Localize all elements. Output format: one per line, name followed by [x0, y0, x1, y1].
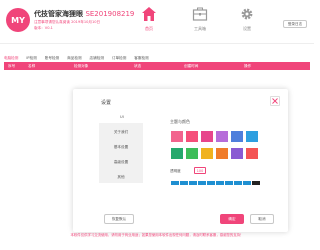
- nav-toolbox[interactable]: 工具箱: [180, 6, 220, 40]
- column-header: 操作: [244, 64, 252, 68]
- color-swatch[interactable]: [231, 148, 243, 159]
- opacity-slider-segment[interactable]: [207, 181, 215, 185]
- app-window: MY 代技管家海狸眼 SE201908219 注意事项请您认真阅读 2019年1…: [0, 0, 314, 250]
- opacity-slider-segment[interactable]: [198, 181, 206, 185]
- opacity-label: 透明度: [170, 169, 181, 173]
- opacity-slider-segment[interactable]: [234, 181, 242, 185]
- color-swatch[interactable]: [246, 148, 258, 159]
- nav-settings-label: 设置: [243, 26, 251, 31]
- color-swatch[interactable]: [186, 131, 198, 142]
- opacity-slider-segment[interactable]: [189, 181, 197, 185]
- login-log-button[interactable]: 登录日志: [283, 20, 307, 28]
- cancel-button[interactable]: 取消: [250, 214, 274, 224]
- color-swatch[interactable]: [171, 148, 183, 159]
- app-code: SE201908219: [85, 10, 135, 18]
- opacity-value[interactable]: 100: [194, 167, 206, 174]
- color-swatch[interactable]: [186, 148, 198, 159]
- menu-item-advanced[interactable]: 高级设置: [99, 160, 143, 165]
- home-icon: [142, 7, 156, 21]
- opacity-slider-segment[interactable]: [216, 181, 224, 185]
- menu-item-other[interactable]: 其他: [99, 175, 143, 180]
- column-header: 创建时间: [184, 64, 199, 68]
- settings-menu-heading: UI: [120, 115, 124, 119]
- table-header: 序号 名称 检测对象 状态 创建时间 操作: [4, 62, 310, 70]
- gear-icon: [241, 8, 253, 20]
- color-swatch[interactable]: [246, 131, 258, 142]
- opacity-slider-segment[interactable]: [225, 181, 233, 185]
- color-swatch[interactable]: [231, 131, 243, 142]
- opacity-slider-segment[interactable]: [243, 181, 251, 185]
- nav-home[interactable]: 首页: [129, 6, 169, 40]
- column-header: 状态: [134, 64, 142, 68]
- footer-notice: 本软件仅供学习交流使用，请勿用于商业用途；如果您使用本软件出现任何问题，请及时联…: [70, 233, 244, 237]
- toolbox-icon: [192, 7, 208, 21]
- close-icon: [272, 98, 278, 104]
- header-version: 版本：V0.1: [34, 26, 53, 30]
- color-swatch[interactable]: [171, 131, 183, 142]
- opacity-slider-segment[interactable]: [171, 181, 179, 185]
- logo: MY: [6, 8, 30, 32]
- theme-color-label: 主题与颜色: [170, 119, 190, 124]
- color-swatch[interactable]: [216, 131, 228, 142]
- header: MY 代技管家海狸眼 SE201908219 注意事项请您认真阅读 2019年1…: [0, 0, 314, 44]
- close-button[interactable]: [270, 96, 280, 106]
- settings-menu: 关于我们 基本设置 高级设置 其他: [99, 123, 143, 183]
- color-swatch[interactable]: [216, 148, 228, 159]
- reset-default-button[interactable]: 恢复默认: [104, 214, 134, 224]
- column-header: 名称: [28, 64, 36, 68]
- nav-settings[interactable]: 设置: [227, 6, 267, 40]
- save-button[interactable]: 确定: [220, 214, 244, 224]
- color-swatch[interactable]: [201, 148, 213, 159]
- app-name: 代技管家海狸眼: [34, 10, 83, 18]
- nav-toolbox-label: 工具箱: [194, 26, 206, 31]
- header-notice: 注意事项请您认真阅读 2019年10月10日: [34, 20, 101, 24]
- column-header: 序号: [8, 64, 16, 68]
- column-header: 检测对象: [74, 64, 89, 68]
- menu-item-about[interactable]: 关于我们: [99, 130, 143, 135]
- dialog-title: 设置: [101, 100, 112, 106]
- opacity-slider-handle[interactable]: [252, 181, 260, 185]
- app-title: 代技管家海狸眼 SE201908219: [34, 9, 134, 19]
- color-swatch[interactable]: [201, 131, 213, 142]
- menu-item-basic[interactable]: 基本设置: [99, 145, 143, 150]
- opacity-slider-segment[interactable]: [180, 181, 188, 185]
- nav-home-label: 首页: [145, 26, 153, 31]
